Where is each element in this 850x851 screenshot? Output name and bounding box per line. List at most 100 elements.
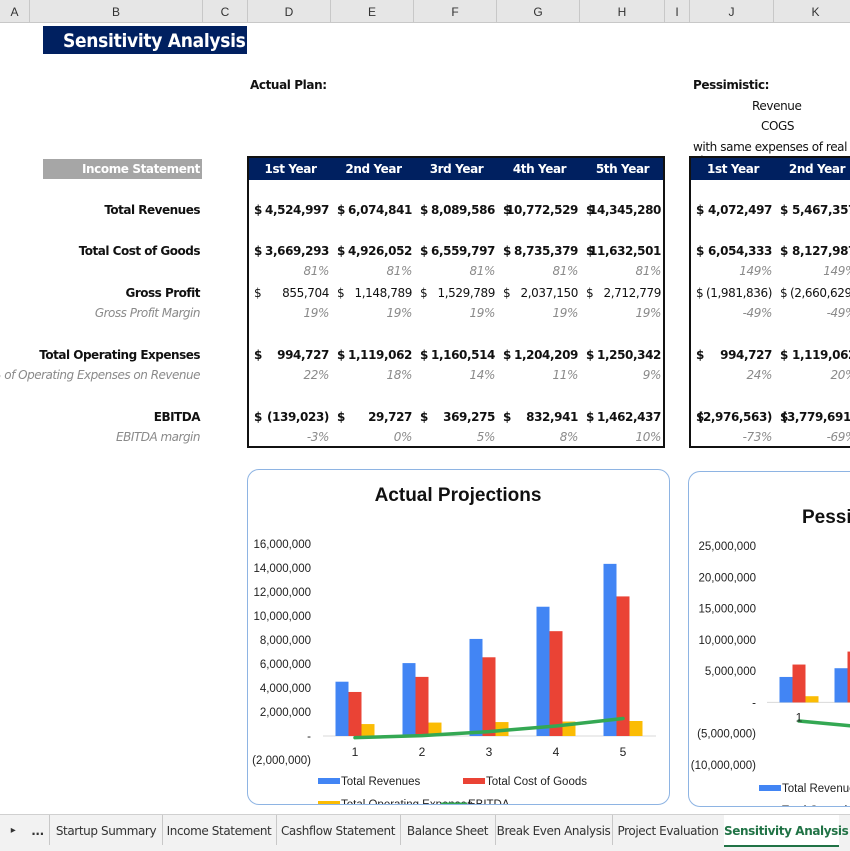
bar-total-revenues[interactable]	[780, 677, 793, 702]
pessimistic-cell-gross-profit[interactable]: $(1,981,836)	[696, 286, 772, 302]
sheet-tab-startup-summary[interactable]: Startup Summary	[50, 815, 163, 845]
column-header-b[interactable]: B	[30, 0, 203, 22]
pessimistic-cell-ebitda-margin[interactable]: -73%	[691, 430, 772, 444]
actual-cell-gross-profit[interactable]: $855,704	[254, 286, 329, 302]
actual-cell-opex-pct[interactable]: 14%	[415, 368, 495, 382]
pessimistic-cell-gross-profit[interactable]: $(2,660,629)	[780, 286, 850, 302]
pessimistic-cell-ebitda[interactable]: $(3,779,691)	[780, 410, 850, 426]
pessimistic-cell-ebitda[interactable]: $(2,976,563)	[696, 410, 772, 426]
scroll-tabs-right-icon[interactable]: ▸	[0, 815, 26, 845]
actual-cell-gross-profit[interactable]: $2,712,779	[586, 286, 661, 302]
pessimistic-cell-total-opex[interactable]: $1,119,062	[780, 348, 850, 364]
actual-cell-ebitda[interactable]: $832,941	[503, 410, 578, 426]
pessimistic-cell-total-revenues[interactable]: $4,072,497	[696, 203, 772, 219]
actual-cell-cogs-pct[interactable]: 81%	[332, 264, 412, 278]
bar-total-operating-expenses[interactable]	[806, 696, 819, 702]
actual-cell-total-opex[interactable]: $1,250,342	[586, 348, 661, 364]
sheet-tab-break-even-analysis[interactable]: Break Even Analysis	[495, 815, 613, 845]
pessimistic-cell-gross-profit-margin[interactable]: -49%	[691, 306, 772, 320]
actual-cell-total-revenues[interactable]: $4,524,997	[254, 203, 329, 219]
actual-cell-gross-profit[interactable]: $2,037,150	[503, 286, 578, 302]
column-header-h[interactable]: H	[580, 0, 665, 22]
bar-total-operating-expenses[interactable]	[362, 724, 375, 736]
actual-cell-opex-pct[interactable]: 18%	[332, 368, 412, 382]
actual-cell-total-cogs[interactable]: $3,669,293	[254, 244, 329, 260]
pessimistic-chart[interactable]: Pessi 25,000,00020,000,00015,000,00010,0…	[688, 471, 850, 807]
actual-cell-gross-profit[interactable]: $1,148,789	[337, 286, 412, 302]
bar-total-revenues[interactable]	[336, 682, 349, 736]
column-header-j[interactable]: J	[690, 0, 774, 22]
actual-cell-total-revenues[interactable]: $10,772,529	[503, 203, 578, 219]
actual-cell-gross-profit-margin[interactable]: 19%	[332, 306, 412, 320]
sheet-tab-project-evaluation[interactable]: Project Evaluation	[612, 815, 725, 845]
actual-cell-opex-pct[interactable]: 22%	[249, 368, 329, 382]
pessimistic-cell-gross-profit-margin[interactable]: -49%	[775, 306, 850, 320]
column-header-i[interactable]: I	[665, 0, 690, 22]
actual-cell-ebitda-margin[interactable]: 8%	[498, 430, 578, 444]
worksheet[interactable]: Sensitivity Analysis Actual Plan: Pessim…	[0, 22, 850, 814]
sheet-tab-sensitivity-analysis[interactable]: Sensitivity Analysis	[724, 815, 839, 847]
actual-cell-ebitda[interactable]: $29,727	[337, 410, 412, 426]
pessimistic-cell-opex-pct[interactable]: 20%	[775, 368, 850, 382]
actual-cell-total-revenues[interactable]: $8,089,586	[420, 203, 495, 219]
actual-cell-total-cogs[interactable]: $11,632,501	[586, 244, 661, 260]
column-header-d[interactable]: D	[248, 0, 331, 22]
pessimistic-cell-total-cogs[interactable]: $8,127,987	[780, 244, 850, 260]
actual-cell-ebitda[interactable]: $1,462,437	[586, 410, 661, 426]
actual-cell-total-opex[interactable]: $994,727	[254, 348, 329, 364]
pessimistic-cell-cogs-pct[interactable]: 149%	[691, 264, 772, 278]
actual-cell-gross-profit-margin[interactable]: 19%	[249, 306, 329, 320]
actual-cell-ebitda-margin[interactable]: 5%	[415, 430, 495, 444]
bar-total-revenues[interactable]	[835, 668, 848, 702]
bar-total-cost-of-goods[interactable]	[416, 677, 429, 736]
actual-cell-cogs-pct[interactable]: 81%	[415, 264, 495, 278]
pessimistic-cell-cogs-pct[interactable]: 149%	[775, 264, 850, 278]
actual-cell-cogs-pct[interactable]: 81%	[249, 264, 329, 278]
sheet-tab-income-statement[interactable]: Income Statement	[162, 815, 277, 845]
actual-cell-ebitda[interactable]: $369,275	[420, 410, 495, 426]
pessimistic-cell-total-opex[interactable]: $994,727	[696, 348, 772, 364]
column-header-c[interactable]: C	[203, 0, 248, 22]
actual-projections-chart[interactable]: Actual Projections 16,000,00014,000,0001…	[247, 469, 670, 805]
actual-cell-opex-pct[interactable]: 11%	[498, 368, 578, 382]
sheet-tab-cashflow-statement[interactable]: Cashflow Statement	[276, 815, 401, 845]
column-header-f[interactable]: F	[414, 0, 497, 22]
column-header-e[interactable]: E	[331, 0, 414, 22]
pessimistic-cell-ebitda-margin[interactable]: -69%	[775, 430, 850, 444]
actual-cell-ebitda[interactable]: $(139,023)	[254, 410, 329, 426]
actual-cell-cogs-pct[interactable]: 81%	[498, 264, 578, 278]
bar-total-revenues[interactable]	[537, 607, 550, 736]
pessimistic-cell-total-revenues[interactable]: $5,467,357	[780, 203, 850, 219]
pessimistic-cell-total-cogs[interactable]: $6,054,333	[696, 244, 772, 260]
actual-cell-ebitda-margin[interactable]: 0%	[332, 430, 412, 444]
actual-cell-total-cogs[interactable]: $6,559,797	[420, 244, 495, 260]
actual-cell-total-cogs[interactable]: $8,735,379	[503, 244, 578, 260]
actual-cell-ebitda-margin[interactable]: 10%	[581, 430, 661, 444]
actual-cell-gross-profit-margin[interactable]: 19%	[498, 306, 578, 320]
actual-cell-gross-profit-margin[interactable]: 19%	[581, 306, 661, 320]
actual-cell-gross-profit-margin[interactable]: 19%	[415, 306, 495, 320]
actual-cell-opex-pct[interactable]: 9%	[581, 368, 661, 382]
actual-cell-total-opex[interactable]: $1,160,514	[420, 348, 495, 364]
bar-total-revenues[interactable]	[604, 564, 617, 736]
bar-total-cost-of-goods[interactable]	[793, 665, 806, 703]
column-header-g[interactable]: G	[497, 0, 580, 22]
bar-total-cost-of-goods[interactable]	[617, 596, 630, 736]
bar-total-revenues[interactable]	[403, 663, 416, 736]
actual-cell-total-revenues[interactable]: $6,074,841	[337, 203, 412, 219]
actual-cell-total-revenues[interactable]: $14,345,280	[586, 203, 661, 219]
column-header-k[interactable]: K	[774, 0, 850, 22]
actual-cell-gross-profit[interactable]: $1,529,789	[420, 286, 495, 302]
pessimistic-cell-opex-pct[interactable]: 24%	[691, 368, 772, 382]
column-header-a[interactable]: A	[0, 0, 30, 22]
actual-cell-total-opex[interactable]: $1,119,062	[337, 348, 412, 364]
bar-total-cost-of-goods[interactable]	[483, 657, 496, 736]
ebitda-line[interactable]	[799, 721, 850, 726]
actual-cell-total-cogs[interactable]: $4,926,052	[337, 244, 412, 260]
bar-total-cost-of-goods[interactable]	[550, 631, 563, 736]
more-tabs-button[interactable]: ...	[26, 815, 50, 845]
actual-cell-ebitda-margin[interactable]: -3%	[249, 430, 329, 444]
actual-cell-cogs-pct[interactable]: 81%	[581, 264, 661, 278]
bar-total-cost-of-goods[interactable]	[349, 692, 362, 736]
sheet-tab-balance-sheet[interactable]: Balance Sheet	[400, 815, 496, 845]
